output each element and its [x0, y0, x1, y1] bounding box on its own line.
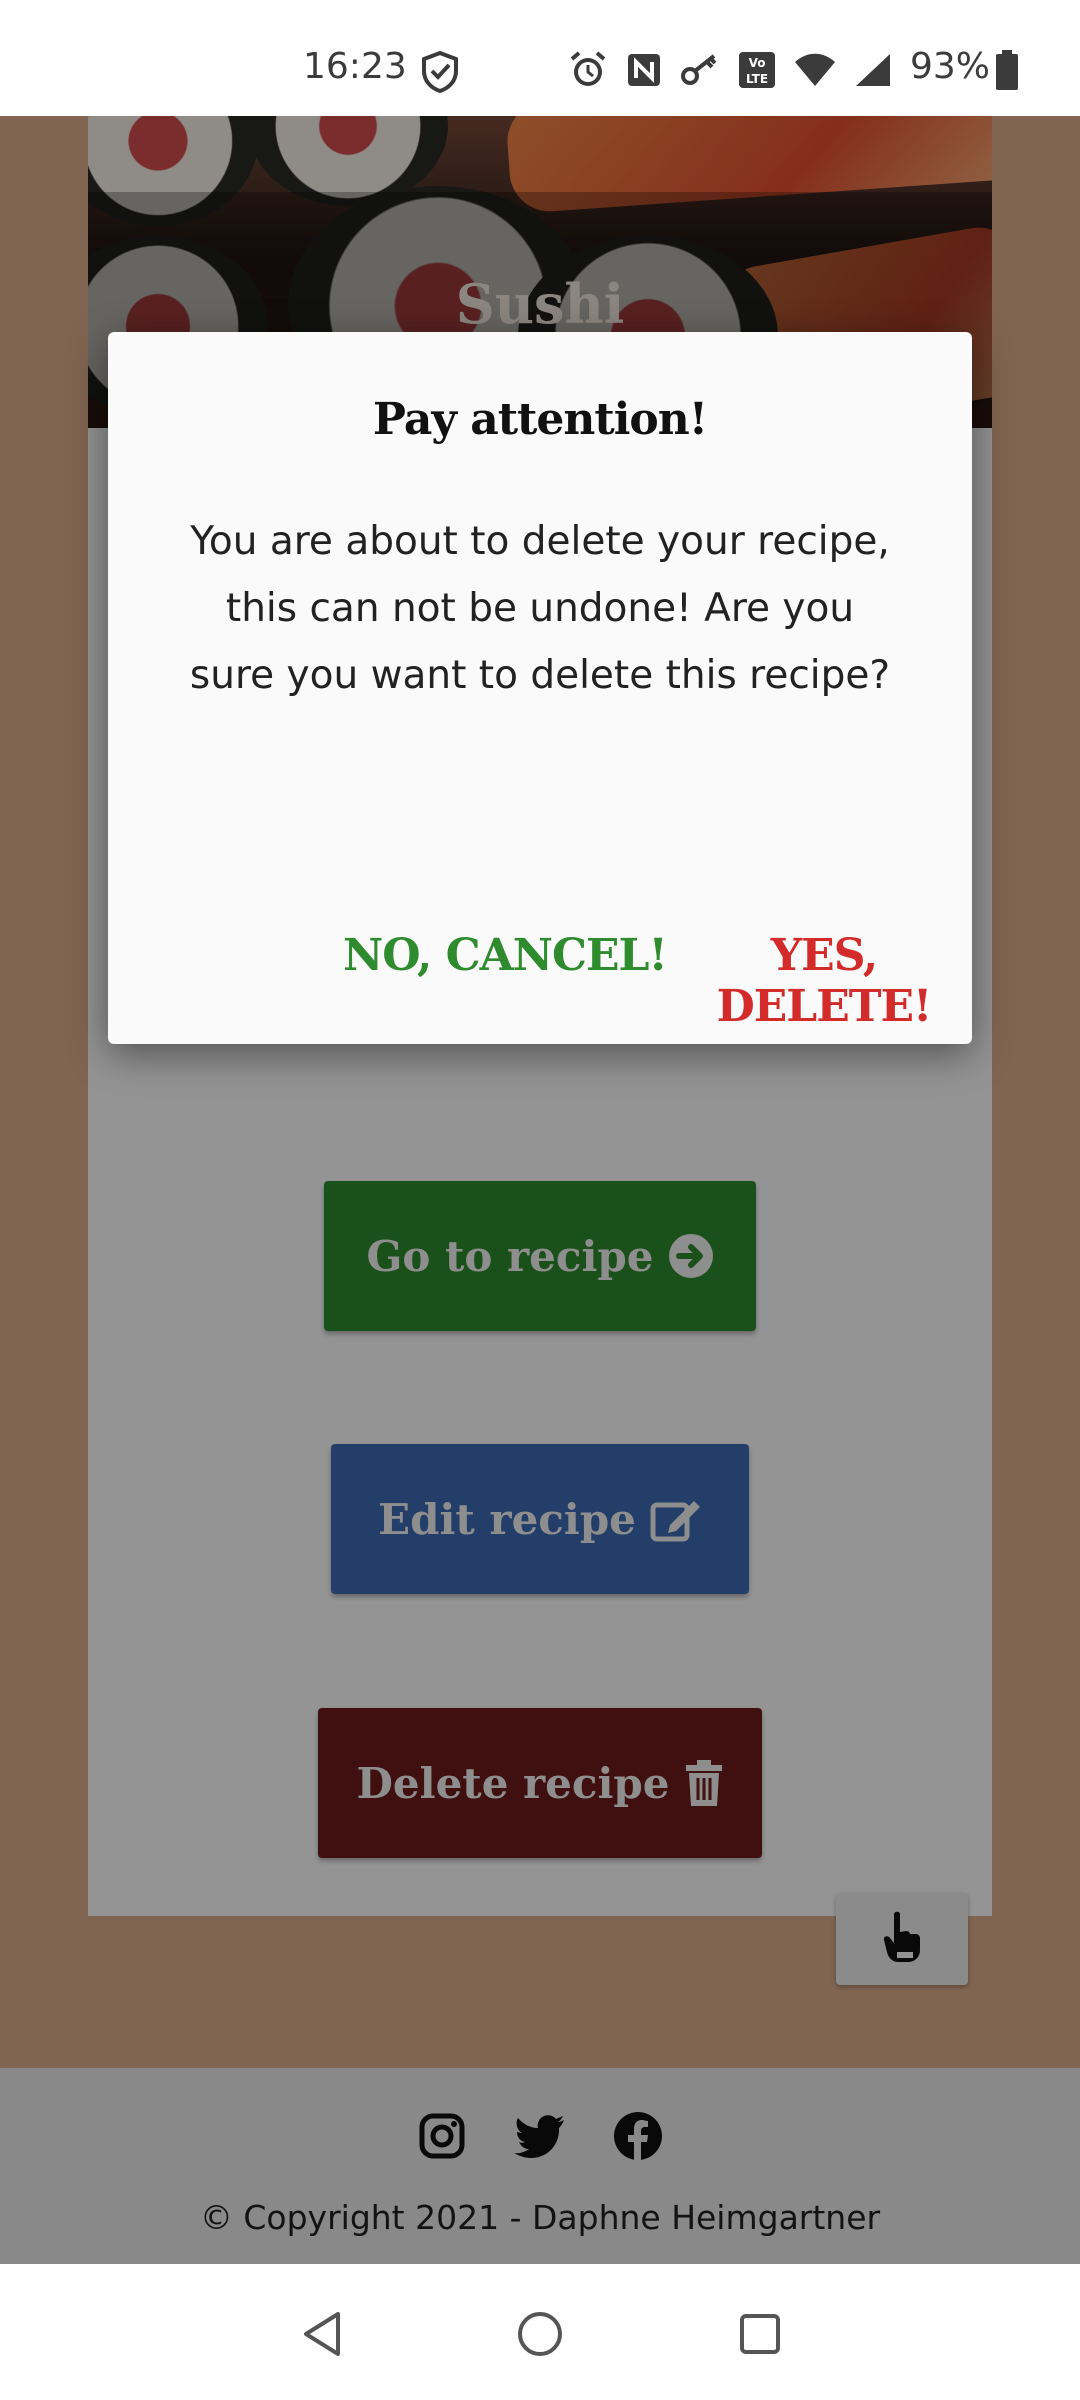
- signal-icon: [854, 52, 892, 88]
- system-nav-bar: [0, 2264, 1080, 2400]
- status-time: 16:23: [303, 46, 407, 87]
- dialog-message: You are about to delete your recipe, thi…: [189, 519, 891, 698]
- status-icons: Vo LTE: [568, 48, 910, 92]
- svg-text:Vo: Vo: [749, 56, 766, 70]
- status-bar: 16:23 Vo LTE 93%: [0, 0, 1080, 116]
- dialog-actions: NO, CANCEL! YES, DELETE!: [108, 930, 972, 1032]
- nfc-icon: [626, 52, 662, 88]
- alarm-icon: [568, 50, 608, 90]
- cancel-button[interactable]: NO, CANCEL!: [343, 930, 668, 981]
- wifi-icon: [794, 52, 836, 88]
- confirm-delete-button[interactable]: YES, DELETE!: [676, 930, 972, 1032]
- key-icon: [680, 52, 720, 88]
- battery-percent: 93%: [910, 46, 991, 87]
- vpn-shield-icon: [420, 50, 460, 98]
- recents-icon[interactable]: [732, 2306, 788, 2362]
- home-icon[interactable]: [512, 2306, 568, 2362]
- volte-icon: Vo LTE: [738, 51, 776, 89]
- dialog-title: Pay attention!: [372, 394, 708, 445]
- svg-text:LTE: LTE: [746, 72, 768, 86]
- battery-icon: [996, 50, 1018, 94]
- back-icon[interactable]: [294, 2306, 350, 2362]
- delete-confirm-dialog: Pay attention! You are about to delete y…: [108, 332, 972, 1044]
